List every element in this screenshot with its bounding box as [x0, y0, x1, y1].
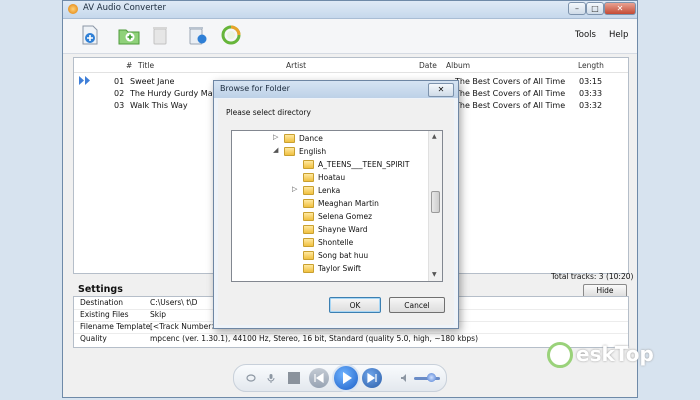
tree-item-label: Hoatau — [318, 173, 346, 182]
folder-icon — [303, 251, 314, 260]
track-length: 03:33 — [579, 89, 603, 98]
folder-icon — [303, 264, 314, 273]
dialog-title: Browse for Folder — [220, 84, 290, 93]
tree-item-label: Selena Gomez — [318, 212, 373, 221]
dialog-prompt: Please select directory — [226, 108, 311, 117]
volume-slider-handle[interactable] — [427, 373, 436, 382]
browse-folder-dialog: Browse for Folder ✕ Please select direct… — [213, 80, 459, 329]
menu-tools[interactable]: Tools — [575, 30, 596, 40]
settings-value: Skip — [150, 310, 166, 319]
settings-label: Quality — [80, 334, 107, 343]
scroll-down-icon[interactable]: ▼ — [432, 271, 437, 278]
folder-icon — [303, 212, 314, 221]
track-title: Walk This Way — [130, 101, 188, 110]
settings-value: mpcenc (ver. 1.30.1), 44100 Hz, Stereo, … — [150, 334, 478, 343]
folder-icon — [303, 199, 314, 208]
track-album: The Best Covers of All Time — [455, 89, 566, 98]
loop-icon[interactable] — [246, 373, 256, 383]
dialog-body: Please select directory ▷ Dance ◢ Englis… — [218, 99, 454, 325]
cancel-button[interactable]: Cancel — [389, 297, 445, 313]
tree-item-label: Shayne Ward — [318, 225, 368, 234]
next-icon — [367, 372, 377, 384]
microphone-icon[interactable] — [266, 373, 276, 383]
settings-title: Settings — [78, 284, 123, 295]
previous-icon — [314, 372, 324, 384]
add-folder-icon[interactable] — [118, 25, 140, 45]
column-header-date[interactable]: Date — [419, 61, 437, 70]
play-button[interactable] — [332, 364, 360, 392]
folder-icon — [303, 160, 314, 169]
track-title: Sweet Jane — [130, 77, 175, 86]
tree-item-label: Taylor Swift — [318, 264, 361, 273]
minimize-button[interactable]: – — [568, 2, 586, 15]
expand-icon[interactable]: ▷ — [273, 133, 278, 141]
player-controls — [233, 364, 447, 392]
folder-icon — [303, 186, 314, 195]
column-header-artist[interactable]: Artist — [286, 61, 306, 70]
menu-help[interactable]: Help — [609, 30, 628, 40]
settings-value: [<Track Number> — [150, 322, 218, 331]
window-title: AV Audio Converter — [83, 3, 166, 13]
scrollbar-thumb[interactable] — [431, 191, 440, 213]
track-number: 02 — [114, 89, 125, 98]
track-number: 03 — [114, 101, 125, 110]
folder-icon — [303, 238, 314, 247]
tree-item-label: Dance — [299, 134, 323, 143]
app-icon — [68, 4, 78, 14]
total-tracks: Total tracks: 3 (10:20) — [551, 272, 634, 281]
title-bar: AV Audio Converter – □ ✕ — [63, 1, 637, 19]
track-number: 01 — [114, 77, 125, 86]
column-header-album[interactable]: Album — [446, 61, 470, 70]
add-file-icon[interactable] — [81, 25, 99, 45]
dialog-title-bar: Browse for Folder ✕ — [214, 81, 458, 98]
track-album: The Best Covers of All Time — [455, 101, 566, 110]
convert-icon[interactable] — [221, 25, 241, 45]
toolbar: Tools Help — [63, 19, 637, 54]
folder-icon — [303, 173, 314, 182]
close-button[interactable]: ✕ — [604, 2, 636, 15]
ok-button[interactable]: OK — [329, 297, 381, 313]
track-album: The Best Covers of All Time — [455, 77, 566, 86]
track-title: The Hurdy Gurdy Man — [130, 89, 218, 98]
previous-button[interactable] — [309, 368, 329, 388]
folder-tree[interactable]: ▷ Dance ◢ English A_TEENS___TEEN_SPIRIT … — [231, 130, 443, 282]
watermark-logo — [547, 342, 573, 368]
tree-item-label: Shontelle — [318, 238, 354, 247]
track-length: 03:15 — [579, 77, 603, 86]
column-header-title[interactable]: Title — [138, 61, 154, 70]
watermark-text: eskTop — [576, 342, 654, 366]
tree-item-label: Meaghan Martin — [318, 199, 379, 208]
settings-label: Existing Files — [80, 310, 129, 319]
track-length: 03:32 — [579, 101, 603, 110]
tree-item-label: A_TEENS___TEEN_SPIRIT — [318, 160, 410, 169]
next-button[interactable] — [362, 368, 382, 388]
scroll-up-icon[interactable]: ▲ — [432, 133, 437, 140]
play-icon — [343, 372, 352, 384]
tree-item-label: English — [299, 147, 327, 156]
stop-icon[interactable] — [287, 371, 301, 385]
settings-label: Filename Template — [80, 322, 151, 331]
tree-item-label: Song bat huu — [318, 251, 369, 260]
header-divider — [74, 72, 628, 73]
clear-list-icon[interactable] — [186, 25, 208, 45]
dialog-close-button[interactable]: ✕ — [428, 83, 454, 97]
tree-scrollbar[interactable]: ▲ ▼ — [428, 131, 442, 281]
folder-icon — [284, 147, 295, 156]
settings-row[interactable]: Quality mpcenc (ver. 1.30.1), 44100 Hz, … — [74, 333, 628, 345]
volume-icon[interactable] — [400, 373, 410, 383]
column-header-number[interactable]: # — [126, 61, 132, 70]
remove-icon[interactable] — [151, 25, 169, 45]
settings-value: C:\Users\ t\D — [150, 298, 198, 307]
expand-icon[interactable]: ▷ — [292, 185, 297, 193]
column-header-length[interactable]: Length — [578, 61, 604, 70]
folder-icon — [303, 225, 314, 234]
maximize-button[interactable]: □ — [586, 2, 604, 15]
tree-item-label: Lenka — [318, 186, 341, 195]
settings-label: Destination — [80, 298, 124, 307]
folder-icon — [284, 134, 295, 143]
collapse-icon[interactable]: ◢ — [273, 146, 278, 154]
